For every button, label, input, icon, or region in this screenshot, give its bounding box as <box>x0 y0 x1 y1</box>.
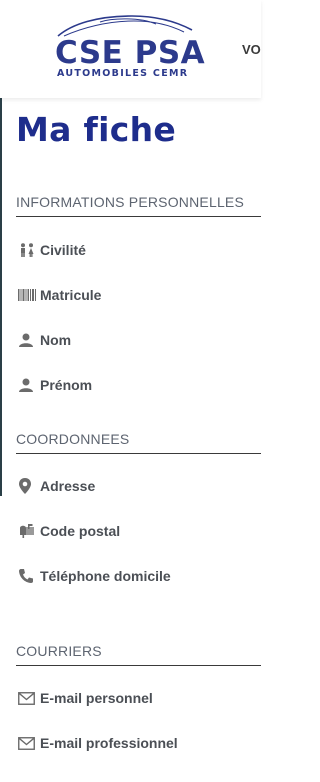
envelope-icon <box>18 735 38 751</box>
section-title-personal: INFORMATIONS PERSONNELLES <box>16 194 245 210</box>
field-label: Nom <box>40 332 72 348</box>
logo-title: CSE PSA <box>55 35 206 71</box>
field-nom: Nom <box>18 330 71 350</box>
logo-subtitle: AUTOMOBILES CEMR <box>57 68 189 79</box>
field-adresse: Adresse <box>18 476 95 496</box>
section-title-mail: COURRIERS <box>16 643 102 659</box>
section-divider <box>16 453 261 454</box>
left-accent-rule <box>0 98 2 496</box>
user-icon <box>18 377 38 393</box>
field-label: Civilité <box>40 242 86 258</box>
nav-item-partial[interactable]: VO <box>242 42 261 57</box>
map-marker-icon <box>18 478 38 494</box>
page-title: Ma fiche <box>16 110 177 149</box>
field-label: Prénom <box>40 377 93 393</box>
section-title-contact: COORDONNEES <box>16 431 130 447</box>
field-label: E-mail professionnel <box>40 735 178 751</box>
barcode-icon <box>18 287 38 303</box>
field-label: Matricule <box>40 287 102 303</box>
site-header: CSE PSA AUTOMOBILES CEMR VO <box>0 0 261 98</box>
field-code-postal: Code postal <box>18 521 120 541</box>
people-icon <box>18 242 38 258</box>
field-label: Adresse <box>40 478 96 494</box>
phone-icon <box>18 568 38 584</box>
field-label: Code postal <box>40 523 121 539</box>
field-email-personnel: E-mail personnel <box>18 688 153 708</box>
field-email-professionnel: E-mail professionnel <box>18 733 178 753</box>
mailbox-icon <box>18 523 38 539</box>
envelope-icon <box>18 690 38 706</box>
section-divider <box>16 665 261 666</box>
field-telephone-domicile: Téléphone domicile <box>18 566 171 586</box>
field-label: E-mail personnel <box>40 690 153 706</box>
cse-psa-logo[interactable]: CSE PSA AUTOMOBILES CEMR <box>52 12 206 82</box>
user-icon <box>18 332 38 348</box>
field-prenom: Prénom <box>18 375 92 395</box>
section-divider <box>16 216 261 217</box>
field-matricule: Matricule <box>18 285 101 305</box>
field-civilite: Civilité <box>18 240 86 260</box>
field-label: Téléphone domicile <box>40 568 171 584</box>
